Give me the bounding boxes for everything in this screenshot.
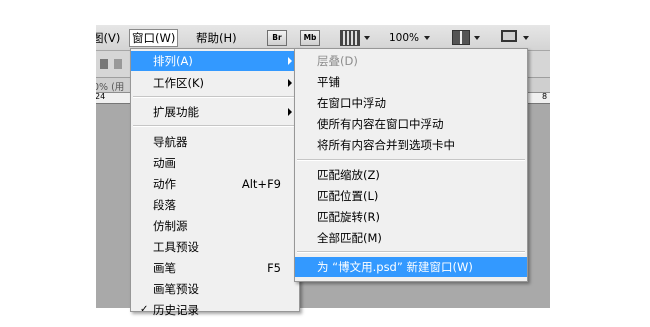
menu-item-label: 仿制源 [153,219,188,233]
menu-item-navigator[interactable]: 导航器 [131,132,299,152]
menu-item-label: 画笔 [153,261,176,275]
arrange-submenu: 层叠(D) 平铺 在窗口中浮动 使所有内容在窗口中浮动 将所有内容合并到选项卡中… [294,48,528,282]
menu-item-animation[interactable]: 动画 [131,153,299,173]
menu-item-arrange[interactable]: 排列(A) [131,51,299,71]
menu-item-label: 全部匹配(M) [317,231,382,245]
menu-item-label: 使所有内容在窗口中浮动 [317,117,444,131]
menu-item-label: 匹配位置(L) [317,189,379,203]
menu-item-paragraph[interactable]: 段落 [131,195,299,215]
menu-item-label: 匹配缩放(Z) [317,168,380,182]
submenu-item-match-location[interactable]: 匹配位置(L) [295,186,527,206]
menu-separator [133,125,297,127]
menu-item-clone-source[interactable]: 仿制源 [131,216,299,236]
menu-item-history[interactable]: ✓ 历史记录 [131,300,299,320]
menu-item-label: 历史记录 [153,303,199,317]
menu-item-workspace[interactable]: 工作区(K) [131,73,299,93]
zoom-level[interactable]: 100% [389,30,419,46]
menu-item-brush-presets[interactable]: 画笔预设 [131,279,299,299]
submenu-item-float-all[interactable]: 使所有内容在窗口中浮动 [295,114,527,134]
submenu-item-match-rotation[interactable]: 匹配旋转(R) [295,207,527,227]
menu-item-actions[interactable]: 动作 Alt+F9 [131,174,299,194]
menu-item-label: 在窗口中浮动 [317,96,386,110]
menu-item-label: 画笔预设 [153,282,199,296]
menu-item-label: 将所有内容合并到选项卡中 [317,138,455,152]
tool-icon[interactable] [100,59,108,69]
ruler-tick-label: 8 [542,92,548,101]
mini-bridge-button[interactable]: Mb [300,30,320,46]
film-strip-icon[interactable] [340,30,360,46]
submenu-item-match-zoom[interactable]: 匹配缩放(Z) [295,165,527,185]
submenu-item-consolidate-tabs[interactable]: 将所有内容合并到选项卡中 [295,135,527,155]
menu-item-label: 段落 [153,198,176,212]
tool-icon[interactable] [114,59,122,69]
menu-window[interactable]: 窗口(W) [129,29,179,47]
arrange-documents-icon[interactable] [452,30,470,45]
menu-item-label: 为 “博文用.psd” 新建窗口(W) [317,260,473,274]
menu-item-label: 层叠(D) [317,54,358,68]
menu-item-label: 平铺 [317,75,340,89]
menu-view[interactable]: 图(V) [96,30,120,46]
chevron-down-icon[interactable] [424,36,430,40]
chevron-down-icon[interactable] [474,36,480,40]
window-menu: 排列(A) 工作区(K) 扩展功能 导航器 动画 动作 Alt+F9 段落 仿制… [130,48,300,317]
menu-item-label: 动画 [153,156,176,170]
submenu-arrow-icon [288,108,292,116]
menu-separator [133,96,297,98]
screen-mode-icon[interactable] [501,30,517,42]
menu-item-extensions[interactable]: 扩展功能 [131,102,299,122]
submenu-item-match-all[interactable]: 全部匹配(M) [295,228,527,248]
menu-item-label: 匹配旋转(R) [317,210,380,224]
chevron-down-icon[interactable] [364,36,370,40]
submenu-item-new-window[interactable]: 为 “博文用.psd” 新建窗口(W) [295,257,527,277]
ruler-tick-label: 24 [96,92,106,101]
menu-separator [297,251,525,253]
menu-item-label: 导航器 [153,135,188,149]
menu-item-brush[interactable]: 画笔 F5 [131,258,299,278]
menu-item-tool-presets[interactable]: 工具预设 [131,237,299,257]
bridge-button[interactable]: Br [267,30,287,46]
menu-item-label: 工具预设 [153,240,199,254]
menu-help[interactable]: 帮助(H) [196,30,237,46]
submenu-item-cascade[interactable]: 层叠(D) [295,51,527,71]
chevron-down-icon[interactable] [523,36,529,40]
menu-separator [297,159,525,161]
submenu-item-tile[interactable]: 平铺 [295,72,527,92]
checkmark-icon: ✓ [140,304,149,315]
submenu-arrow-icon [288,79,292,87]
menu-item-shortcut: F5 [267,261,281,275]
menu-item-shortcut: Alt+F9 [241,177,281,191]
menu-item-label: 扩展功能 [153,105,199,119]
menu-item-label: 动作 [153,177,176,191]
document-tab-label: 0% (用 [96,82,125,93]
submenu-item-float-in-window[interactable]: 在窗口中浮动 [295,93,527,113]
menu-item-label: 排列(A) [153,54,193,68]
menu-item-label: 工作区(K) [153,76,205,90]
submenu-arrow-icon [288,57,292,65]
